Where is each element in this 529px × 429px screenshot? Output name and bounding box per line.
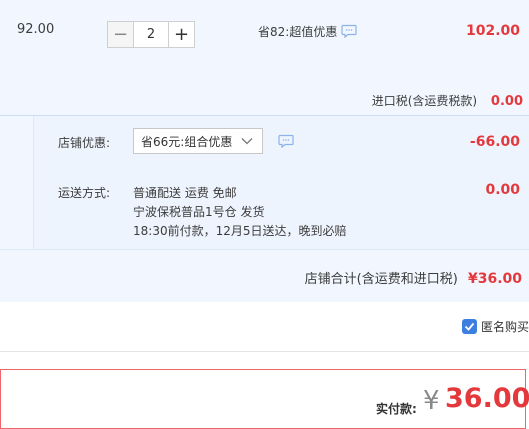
anonymous-checkbox[interactable] <box>461 319 477 334</box>
chat-bubble-icon[interactable] <box>341 24 357 41</box>
shipping-label: 运送方式: <box>58 186 111 200</box>
chat-bubble-icon[interactable] <box>278 134 294 151</box>
store-total-value: ¥36.00 <box>467 271 522 287</box>
store-discount-select[interactable]: 省66元:组合优惠 <box>133 128 263 154</box>
store-discount-label: 店铺优惠: <box>58 136 111 150</box>
quantity-stepper[interactable]: − + <box>107 21 195 48</box>
anonymous-purchase-option[interactable]: 匿名购买 <box>461 318 529 335</box>
import-tax-row: 进口税(含运费税款) 0.00 <box>372 92 523 109</box>
chevron-down-icon <box>240 134 254 151</box>
import-tax-label: 进口税(含运费税款) <box>371 94 478 108</box>
item-promo-text: 省82:超值优惠 <box>258 25 338 39</box>
store-discount-value: -66.00 <box>469 134 520 150</box>
section-divider <box>0 351 529 352</box>
shipping-warehouse: 宁波保税普品1号仓 发货 <box>133 205 265 219</box>
shipping-details: 普通配送 运费 免邮 宁波保税普品1号仓 发货 18:30前付款，12月5日送达… <box>133 184 347 241</box>
checkmark-icon <box>464 322 475 331</box>
item-subtotal: 102.00 <box>465 23 520 39</box>
item-promo: 省82:超值优惠 <box>258 23 357 41</box>
payment-amount: 36.00 <box>445 383 529 414</box>
payment-label: 实付款: <box>376 402 417 416</box>
unit-price: 92.00 <box>17 22 55 37</box>
quantity-input[interactable] <box>134 21 168 48</box>
shipping-delivery-promise: 18:30前付款，12月5日送达，晚到必赔 <box>133 224 347 238</box>
shipping-method: 普通配送 运费 免邮 <box>133 186 237 200</box>
store-total-row: 店铺合计(含运费和进口税) ¥36.00 <box>305 268 522 287</box>
import-tax-value: 0.00 <box>490 94 523 109</box>
store-discount-selected: 省66元:组合优惠 <box>141 134 233 149</box>
store-divider <box>0 249 529 250</box>
shipping-value: 0.00 <box>485 182 520 198</box>
anonymous-label: 匿名购买 <box>480 320 529 334</box>
store-total-label: 店铺合计(含运费和进口税) <box>304 272 458 287</box>
quantity-minus-button[interactable]: − <box>107 21 134 48</box>
payment-currency: ¥ <box>423 386 440 416</box>
quantity-plus-button[interactable]: + <box>168 21 195 48</box>
